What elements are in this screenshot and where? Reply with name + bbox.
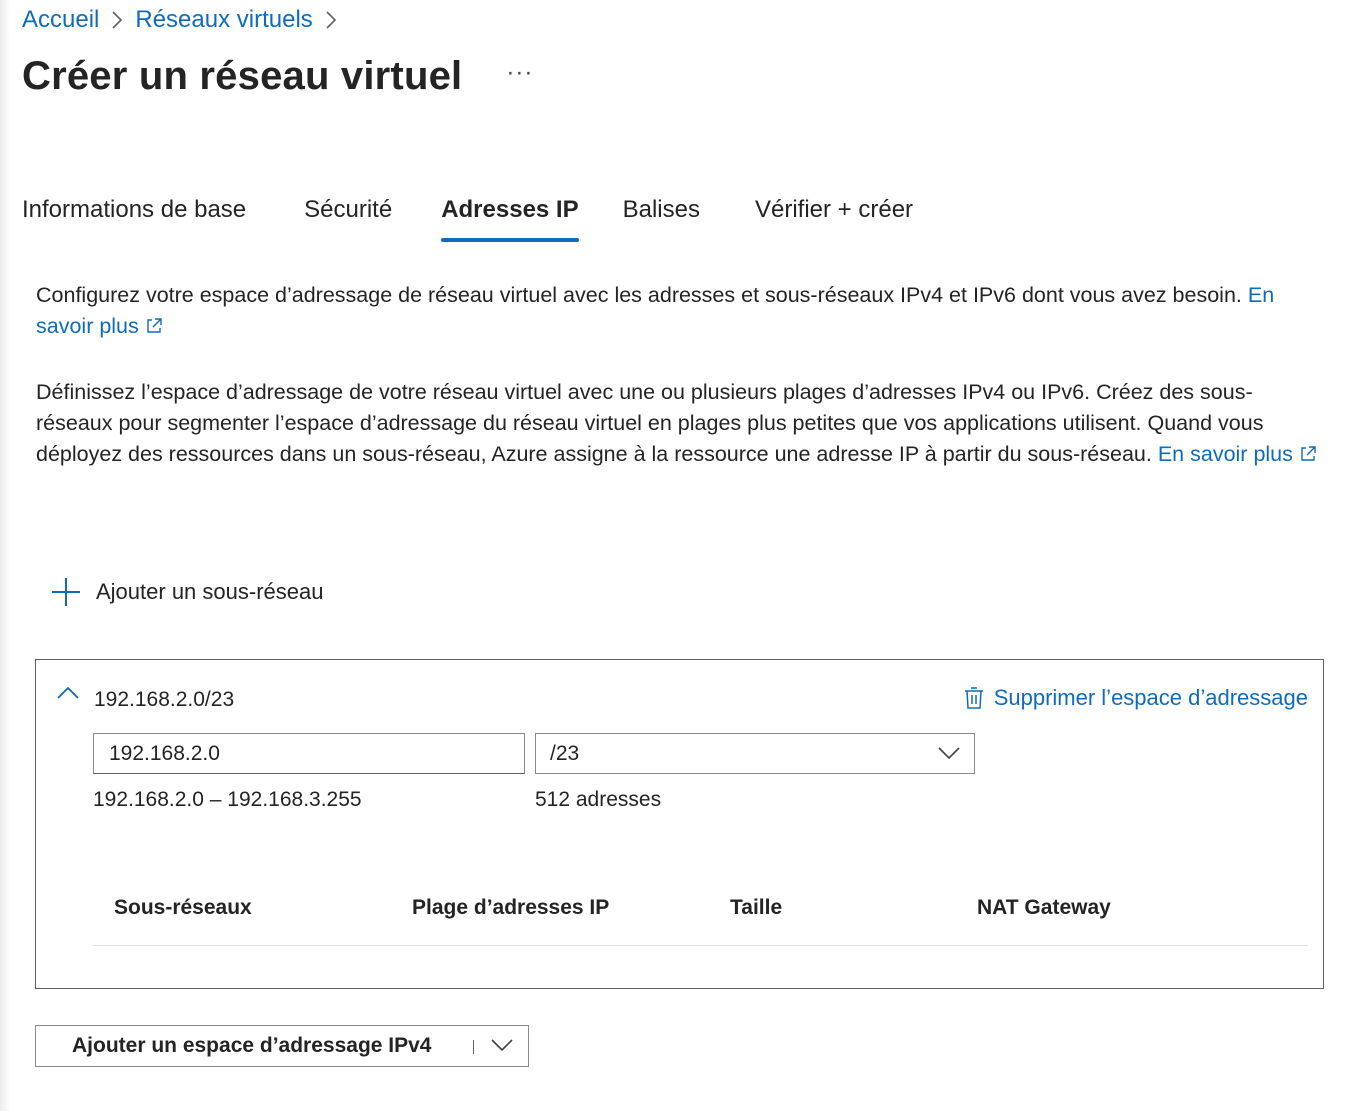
column-header-subnets[interactable]: Sous-réseaux (114, 896, 252, 920)
external-link-icon (1299, 441, 1317, 472)
add-ipv4-address-space-button[interactable]: Ajouter un espace d’adressage IPv4 (35, 1025, 529, 1067)
prefix-length-select[interactable]: /23 (535, 733, 975, 774)
page-title: Créer un réseau virtuel (22, 54, 463, 98)
more-options-icon[interactable]: ··· (506, 59, 533, 87)
delete-address-space-button[interactable]: Supprimer l’espace d’adressage (964, 685, 1308, 711)
tab-review-create[interactable]: Vérifier + créer (755, 196, 913, 242)
chevron-up-icon[interactable] (56, 684, 80, 705)
add-subnet-label: Ajouter un sous-réseau (96, 579, 324, 604)
delete-address-space-label: Supprimer l’espace d’adressage (993, 685, 1308, 710)
tab-ip-addresses[interactable]: Adresses IP (441, 196, 580, 242)
column-header-nat-gateway[interactable]: NAT Gateway (977, 896, 1111, 920)
page-title-row: Créer un réseau virtuel ··· (22, 54, 533, 99)
intro-paragraph-2: Définissez l’espace d’adressage de votre… (36, 377, 1326, 472)
ip-address-input[interactable] (93, 733, 525, 774)
chevron-down-icon[interactable] (491, 1038, 513, 1052)
address-range-text: 192.168.2.0 – 192.168.3.255 (93, 788, 362, 811)
split-button-divider (473, 1040, 474, 1054)
address-count-text: 512 adresses (535, 788, 662, 811)
breadcrumb-virtual-networks-link[interactable]: Réseaux virtuels (135, 6, 312, 34)
add-ipv4-address-space-label: Ajouter un espace d’adressage IPv4 (72, 1034, 432, 1057)
address-space-card: 192.168.2.0/23 Supprimer l’espace d’adre… (35, 659, 1324, 989)
breadcrumb-home-link[interactable]: Accueil (22, 6, 99, 34)
intro-paragraph-1: Configurez votre espace d’adressage de r… (36, 280, 1326, 344)
intro-text-1: Configurez votre espace d’adressage de r… (36, 283, 1242, 307)
learn-more-link-2[interactable]: En savoir plus (1158, 442, 1317, 466)
chevron-down-icon (938, 747, 960, 760)
tab-tags[interactable]: Balises (623, 196, 700, 242)
address-space-title: 192.168.2.0/23 (94, 688, 235, 711)
left-edge-shadow (0, 0, 10, 1111)
tab-bar: Informations de base Sécurité Adresses I… (22, 196, 913, 242)
add-subnet-button[interactable]: Ajouter un sous-réseau (50, 576, 323, 608)
plus-icon (52, 578, 80, 606)
column-header-size[interactable]: Taille (730, 896, 782, 920)
intro-text-2: Définissez l’espace d’adressage de votre… (36, 380, 1264, 466)
chevron-right-icon (111, 11, 123, 29)
chevron-right-icon (325, 11, 337, 29)
tab-security[interactable]: Sécurité (304, 196, 392, 242)
external-link-icon (145, 313, 163, 344)
prefix-length-value: /23 (550, 741, 580, 765)
tab-basics[interactable]: Informations de base (22, 196, 246, 242)
breadcrumb: Accueil Réseaux virtuels (22, 6, 349, 34)
table-divider (93, 945, 1308, 946)
column-header-ip-range[interactable]: Plage d’adresses IP (412, 896, 609, 920)
trash-icon (964, 687, 983, 709)
